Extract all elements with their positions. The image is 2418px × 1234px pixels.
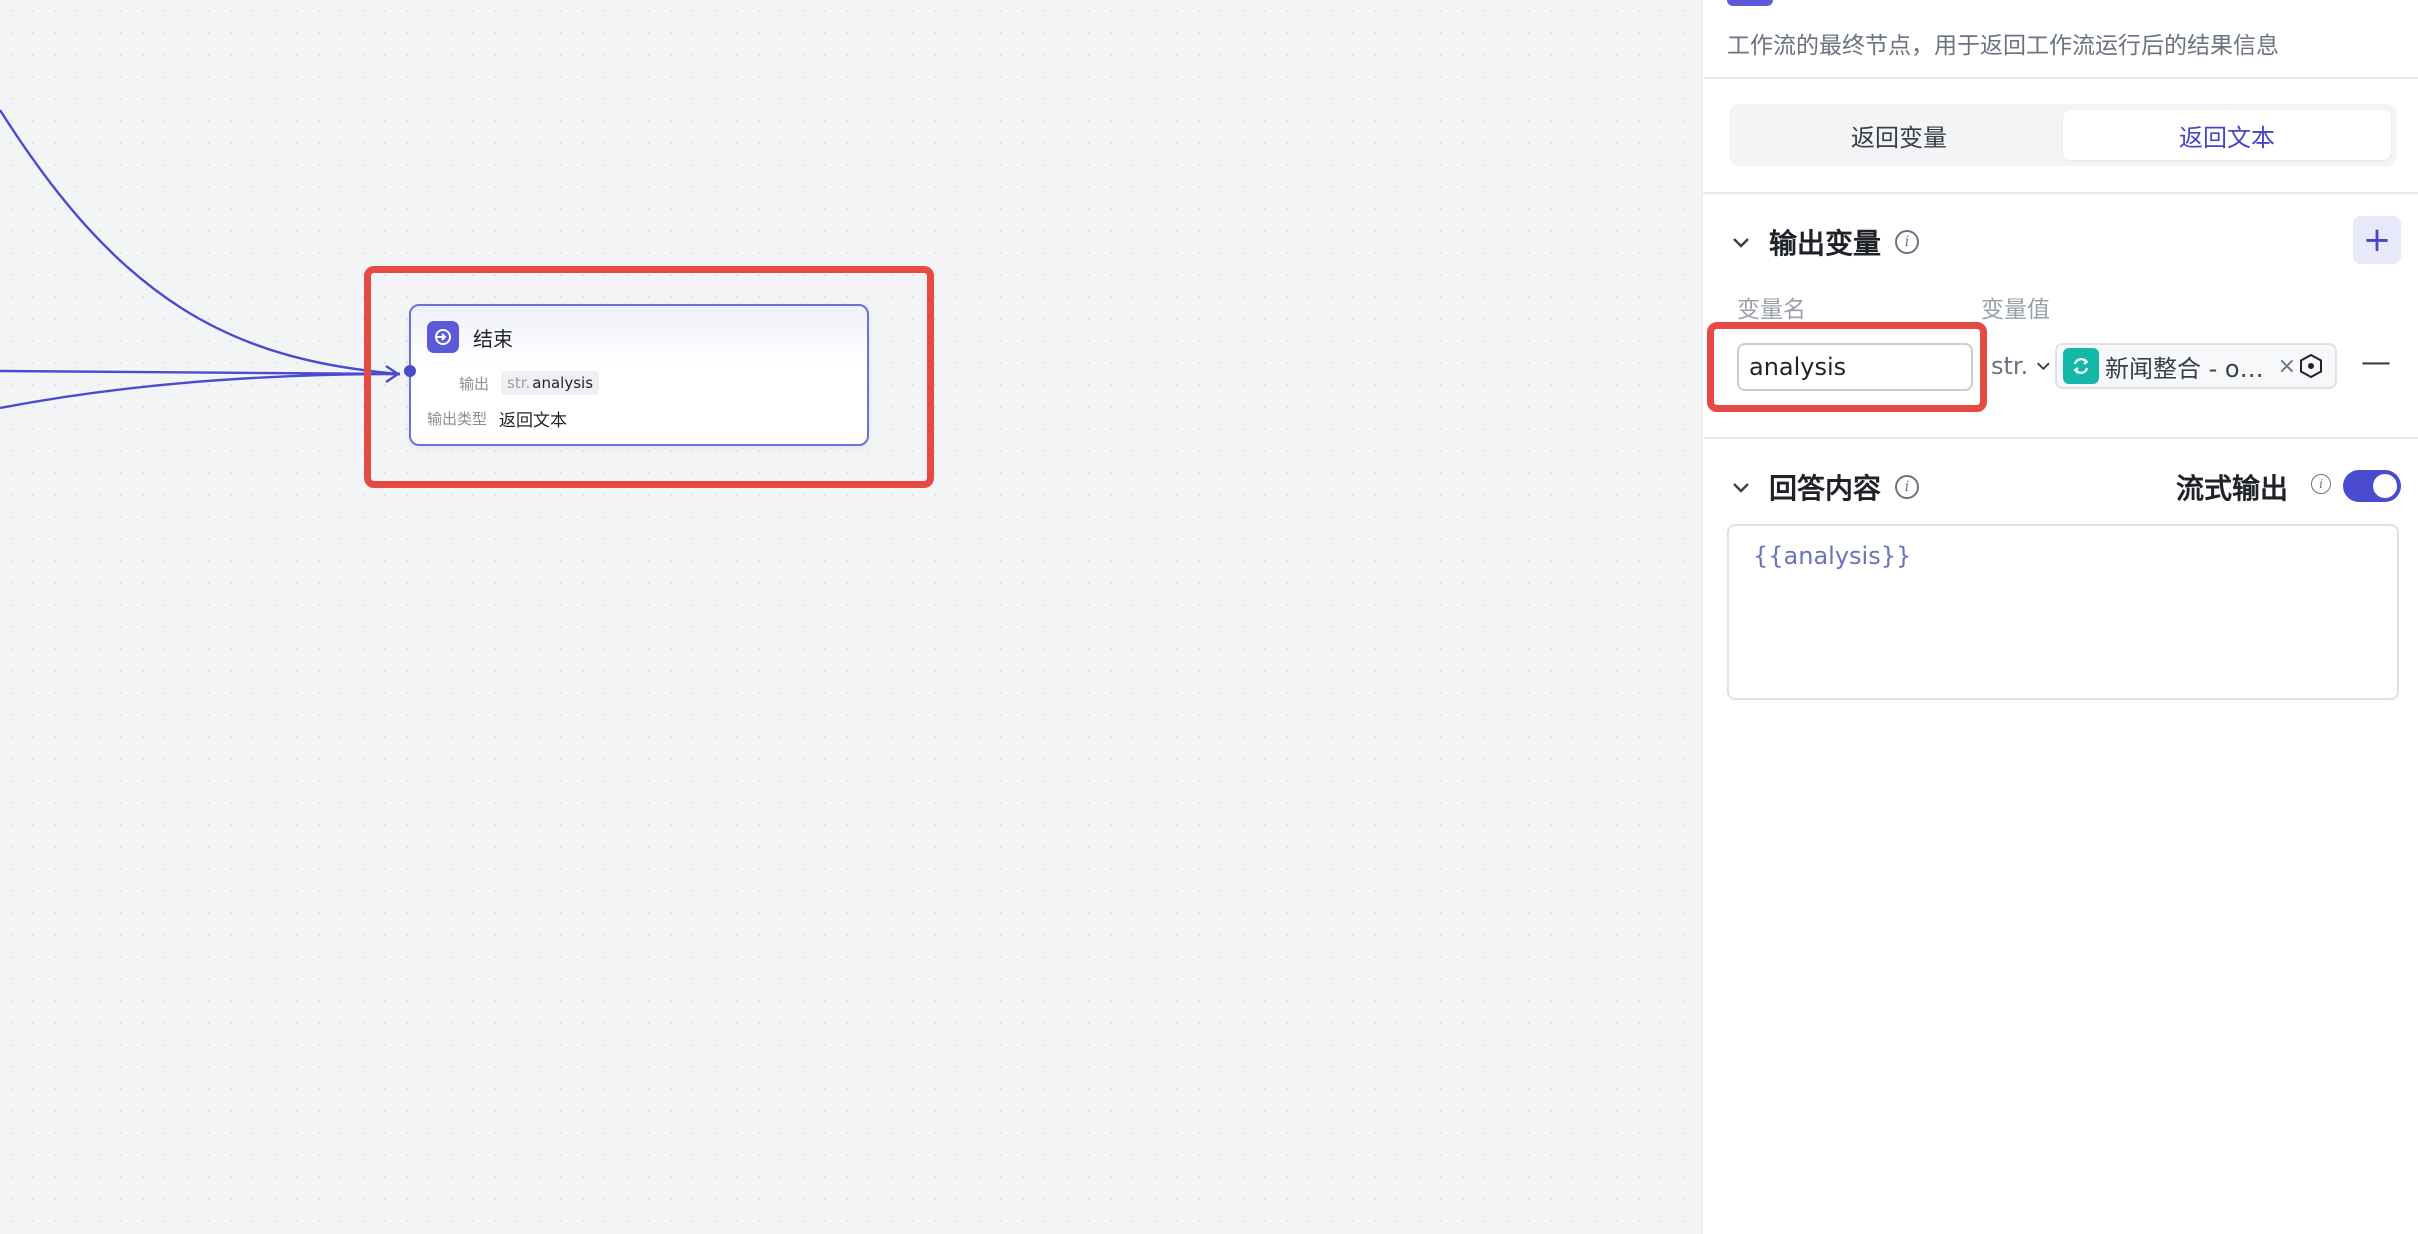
workflow-canvas[interactable]: 结束 输出 str. analysis 输出类型 返回文本 <box>0 0 1701 1234</box>
node-input-port[interactable] <box>404 365 416 377</box>
remove-variable-button[interactable]: — <box>2361 345 2391 380</box>
output-variables-title: 输出变量 <box>1769 227 1882 260</box>
info-icon[interactable]: i <box>2311 474 2331 494</box>
node-settings-panel: 工作流的最终节点，用于返回工作流运行后的结果信息 返回变量 返回文本 输出变量 … <box>1701 0 2418 1234</box>
node-type-value: 返回文本 <box>499 411 568 431</box>
node-output-pill: str. analysis <box>501 371 600 395</box>
stream-output-toggle[interactable] <box>2343 470 2401 502</box>
chevron-down-icon[interactable] <box>1729 230 1753 254</box>
end-node-icon <box>427 321 459 353</box>
divider <box>1703 77 2418 79</box>
chevron-down-icon[interactable] <box>1729 475 1753 499</box>
variable-type-select[interactable]: str. <box>1983 343 2053 389</box>
add-variable-button[interactable]: + <box>2353 216 2401 264</box>
toggle-knob <box>2373 474 2397 498</box>
divider <box>1703 437 2418 439</box>
node-title: 结束 <box>473 326 513 351</box>
answer-content-editor[interactable]: {{analysis}} <box>1727 524 2399 700</box>
tab-return-variable[interactable]: 返回变量 <box>1735 110 2063 160</box>
node-output-type: str. <box>507 374 531 392</box>
variable-type-value: str. <box>1991 352 2029 380</box>
variable-picker-icon[interactable] <box>2297 352 2325 380</box>
node-type-label: 输出类型 <box>427 410 488 428</box>
chevron-down-icon <box>2037 362 2050 371</box>
loop-node-icon <box>2063 348 2099 384</box>
clear-icon[interactable]: × <box>2278 354 2296 379</box>
tab-return-text[interactable]: 返回文本 <box>2063 110 2391 160</box>
end-node[interactable]: 结束 输出 str. analysis 输出类型 返回文本 <box>404 304 869 446</box>
answer-content-title: 回答内容 <box>1769 472 1882 505</box>
info-icon[interactable]: i <box>1895 475 1920 499</box>
workflow-edges <box>0 109 401 410</box>
stream-output-label: 流式输出 <box>2176 472 2289 505</box>
info-icon[interactable]: i <box>1895 230 1920 254</box>
return-mode-tabs: 返回变量 返回文本 <box>1729 104 2397 166</box>
divider <box>1703 192 2418 194</box>
node-output-label: 输出 <box>459 374 490 393</box>
column-label-name: 变量名 <box>1737 297 1806 323</box>
variable-source-text: 新闻整合 - o… <box>2105 354 2264 383</box>
node-output-value: analysis <box>532 374 594 392</box>
variable-highlight-box <box>1707 322 1987 412</box>
variable-value-field[interactable]: 新闻整合 - o… × <box>2055 343 2337 389</box>
panel-node-icon <box>1727 0 1773 6</box>
column-label-value: 变量值 <box>1981 297 2050 323</box>
panel-description: 工作流的最终节点，用于返回工作流运行后的结果信息 <box>1727 33 2279 59</box>
